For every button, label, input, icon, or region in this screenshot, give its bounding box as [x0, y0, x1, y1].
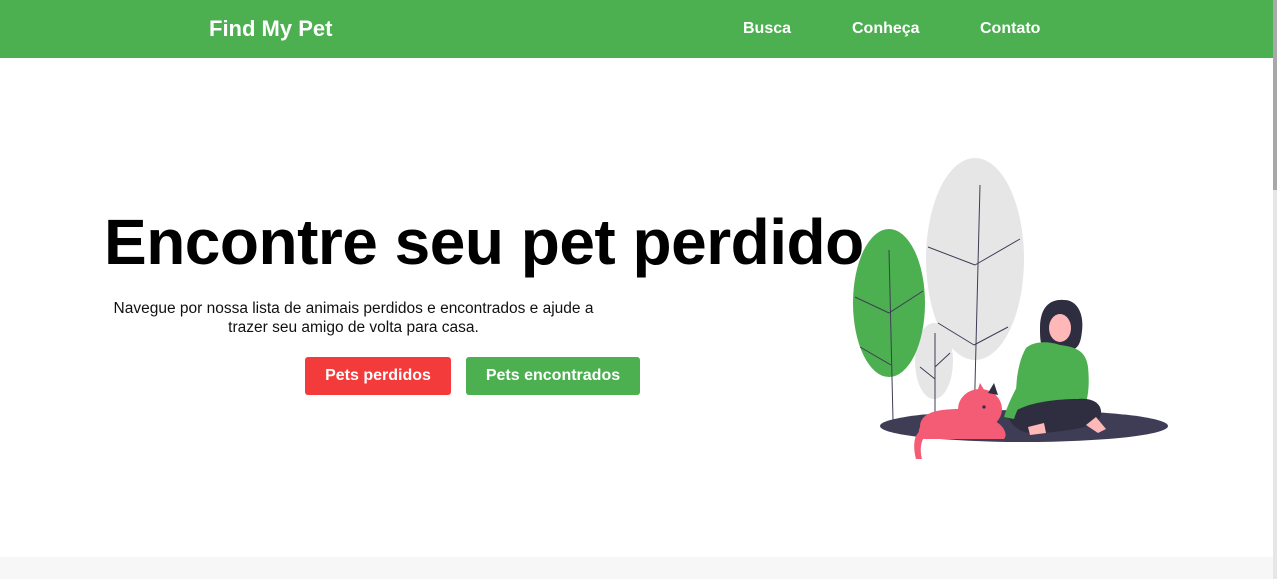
- woman-with-cat-illustration: [853, 158, 1168, 459]
- brand-logo-link[interactable]: Find My Pet: [209, 15, 332, 43]
- nav-link-contato[interactable]: Contato: [980, 19, 1040, 39]
- woman-face: [1049, 314, 1071, 342]
- page-scrollbar[interactable]: [1273, 0, 1277, 579]
- hero-subtitle: Navegue por nossa lista de animais perdi…: [113, 300, 594, 336]
- scrollbar-thumb[interactable]: [1273, 0, 1277, 190]
- found-pets-button[interactable]: Pets encontrados: [466, 357, 640, 395]
- nav-link-busca[interactable]: Busca: [743, 19, 791, 39]
- footer-section-top: [0, 557, 1273, 579]
- nav-link-conheca[interactable]: Conheça: [852, 19, 920, 39]
- top-navbar: Find My Pet Busca Conheça Contato: [0, 0, 1273, 58]
- hero-title: Encontre seu pet perdido: [104, 206, 864, 278]
- lost-pets-button[interactable]: Pets perdidos: [305, 357, 451, 395]
